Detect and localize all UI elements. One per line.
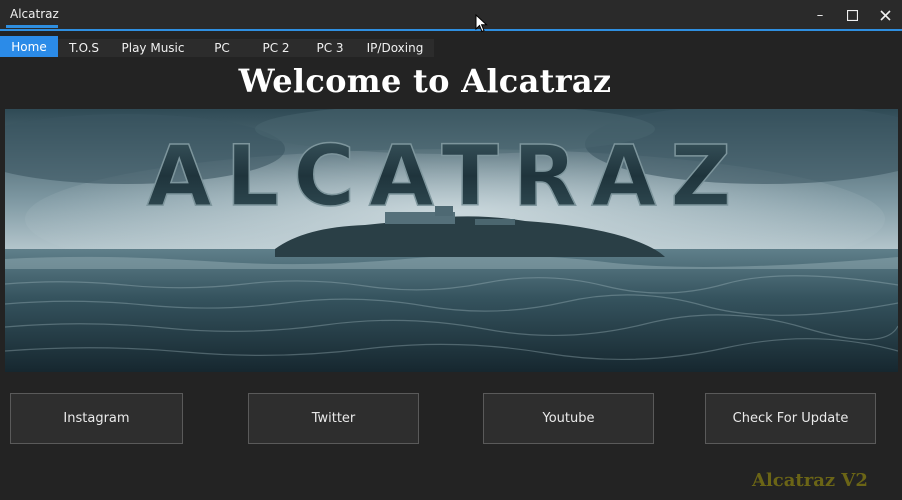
tab-pc[interactable]: PC [200,39,244,57]
instagram-button[interactable]: Instagram [10,393,183,444]
check-for-update-button[interactable]: Check For Update [705,393,876,444]
title-underline [6,25,58,28]
tab-ip-doxing[interactable]: IP/Doxing [360,39,430,57]
window-title: Alcatraz [10,7,59,21]
tab-pc-2[interactable]: PC 2 [252,39,300,57]
minimize-button[interactable]: – [806,4,834,26]
banner-image: ALCATRAZ [5,109,898,372]
minimize-icon: – [816,7,824,23]
banner-title-text: ALCATRAZ [147,127,746,225]
tab-tos[interactable]: T.O.S [60,39,108,57]
close-icon [879,9,891,21]
youtube-button[interactable]: Youtube [483,393,654,444]
mouse-cursor-icon [475,14,488,33]
tab-home[interactable]: Home [0,36,58,57]
page-title: Welcome to Alcatraz [238,62,612,100]
title-bar[interactable]: Alcatraz – [0,0,902,31]
tab-strip: Home T.O.S Play Music PC PC 2 PC 3 IP/Do… [0,31,902,57]
tab-play-music[interactable]: Play Music [112,39,194,57]
maximize-button[interactable] [838,4,866,26]
tab-pc-3[interactable]: PC 3 [306,39,354,57]
close-button[interactable] [871,4,899,26]
version-label: Alcatraz V2 [752,470,868,491]
maximize-icon [846,9,858,21]
twitter-button[interactable]: Twitter [248,393,419,444]
